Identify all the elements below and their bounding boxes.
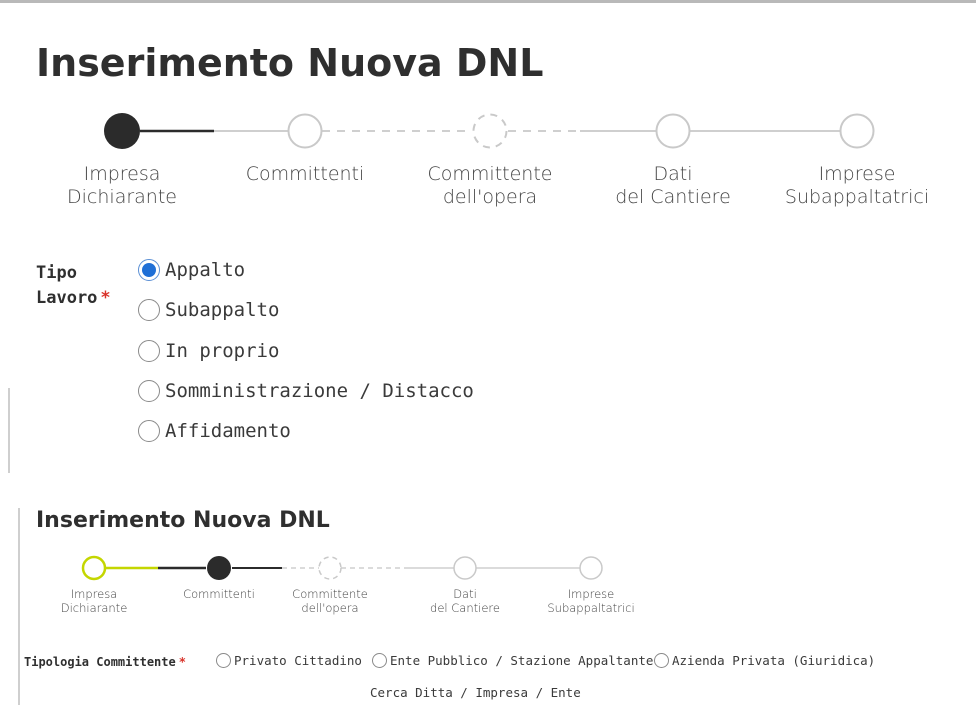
step-label-line: Impresa xyxy=(83,163,161,185)
step-label-line: Impresa xyxy=(70,587,118,601)
wizard-stepper xyxy=(81,555,603,581)
radio-selected-icon[interactable] xyxy=(138,259,160,281)
radio-empty-icon[interactable] xyxy=(138,380,160,402)
radio-affidamento[interactable]: Affidamento xyxy=(138,420,291,442)
step-label-impresa[interactable]: Impresa Dichiarante xyxy=(67,163,177,209)
step-marker-impresa[interactable] xyxy=(104,113,140,149)
tipo-lavoro-label: Tipo Lavoro * xyxy=(36,261,121,311)
radio-appalto[interactable]: Appalto xyxy=(138,259,245,281)
step-label-line: dell'opera xyxy=(301,600,359,615)
radio-azienda-privata[interactable]: Azienda Privata (Giuridica) xyxy=(654,653,875,668)
radio-label: Affidamento xyxy=(165,420,291,442)
radio-label: Appalto xyxy=(165,259,246,281)
step-label-line: Committenti xyxy=(245,163,365,185)
step-label-imprese-sub[interactable]: Imprese Subappaltatrici xyxy=(785,163,929,209)
radio-empty-icon[interactable] xyxy=(654,653,669,668)
radio-label: Somministrazione / Distacco xyxy=(165,380,474,402)
step-label-line: Dati xyxy=(653,163,693,185)
step-label-line: Committente xyxy=(427,163,553,185)
step-label-line: dell'opera xyxy=(442,185,538,208)
radio-privato-cittadino[interactable]: Privato Cittadino xyxy=(216,653,362,668)
radio-label: In proprio xyxy=(165,340,280,362)
radio-empty-icon[interactable] xyxy=(138,299,160,321)
step-label-line: Subappaltatrici xyxy=(784,185,930,208)
step-label-dati-cantiere[interactable]: Dati del Cantiere xyxy=(430,587,500,616)
step-marker-imprese-sub[interactable] xyxy=(839,113,875,149)
step-marker-committente-opera[interactable] xyxy=(472,113,508,149)
panel-divider xyxy=(8,388,10,473)
screen-2-panel: Inserimento Nuova DNL Impresa Dichiarant… xyxy=(0,490,976,705)
step-marker-committente-opera[interactable] xyxy=(318,556,342,580)
radio-empty-icon[interactable] xyxy=(216,653,231,668)
wizard-stepper xyxy=(104,113,875,149)
tipologia-committente-label: Tipologia Committente * xyxy=(24,655,186,669)
step-label-committenti[interactable]: Committenti xyxy=(183,587,255,602)
radio-label: Azienda Privata (Giuridica) xyxy=(672,653,876,668)
step-label-line: Committenti xyxy=(183,587,255,601)
step-marker-committenti[interactable] xyxy=(207,556,231,580)
label-text: Tipologia Committente xyxy=(24,655,176,669)
required-asterisk: * xyxy=(100,288,111,308)
radio-label: Subappalto xyxy=(165,299,280,321)
step-label-line: Imprese xyxy=(818,163,896,185)
radio-subappalto[interactable]: Subappalto xyxy=(138,299,279,321)
step-label-line: Subappaltatrici xyxy=(547,600,635,615)
step-label-committenti[interactable]: Committenti xyxy=(246,163,365,186)
step-marker-committenti[interactable] xyxy=(287,113,323,149)
step-marker-imprese-sub[interactable] xyxy=(579,556,603,580)
step-label-imprese-sub[interactable]: Imprese Subappaltatrici xyxy=(547,587,635,616)
step-label-line: del Cantiere xyxy=(615,185,731,208)
radio-empty-icon[interactable] xyxy=(372,653,387,668)
radio-label: Privato Cittadino xyxy=(234,653,362,668)
radio-ente-pubblico[interactable]: Ente Pubblico / Stazione Appaltante xyxy=(372,653,653,668)
step-marker-impresa[interactable] xyxy=(81,555,107,581)
step-label-line: Dati xyxy=(453,587,477,601)
step-label-line: del Cantiere xyxy=(430,600,500,615)
radio-somministrazione[interactable]: Somministrazione / Distacco xyxy=(138,380,474,402)
label-line: Tipo xyxy=(36,263,77,283)
step-label-line: Dichiarante xyxy=(67,185,177,208)
search-company-label: Cerca Ditta / Impresa / Ente xyxy=(370,685,581,700)
required-asterisk: * xyxy=(178,655,186,669)
screen-1-panel: Inserimento Nuova DNL Impresa Dichiarant… xyxy=(0,0,976,473)
step-marker-dati-cantiere[interactable] xyxy=(453,556,477,580)
radio-label: Ente Pubblico / Stazione Appaltante xyxy=(390,653,654,668)
label-line: Lavoro * xyxy=(36,286,121,311)
step-label-dati-cantiere[interactable]: Dati del Cantiere xyxy=(615,163,731,209)
step-label-line: Dichiarante xyxy=(60,600,128,615)
label-text: Lavoro xyxy=(36,288,98,308)
radio-empty-icon[interactable] xyxy=(138,420,160,442)
step-label-line: Committente xyxy=(292,587,368,601)
step-label-impresa[interactable]: Impresa Dichiarante xyxy=(60,587,128,616)
step-label-committente-opera[interactable]: Committente dell'opera xyxy=(428,163,553,209)
step-label-line: Imprese xyxy=(567,587,615,601)
radio-empty-icon[interactable] xyxy=(138,340,160,362)
radio-in-proprio[interactable]: In proprio xyxy=(138,340,279,362)
step-label-committente-opera[interactable]: Committente dell'opera xyxy=(292,587,368,616)
step-marker-dati-cantiere[interactable] xyxy=(655,113,691,149)
